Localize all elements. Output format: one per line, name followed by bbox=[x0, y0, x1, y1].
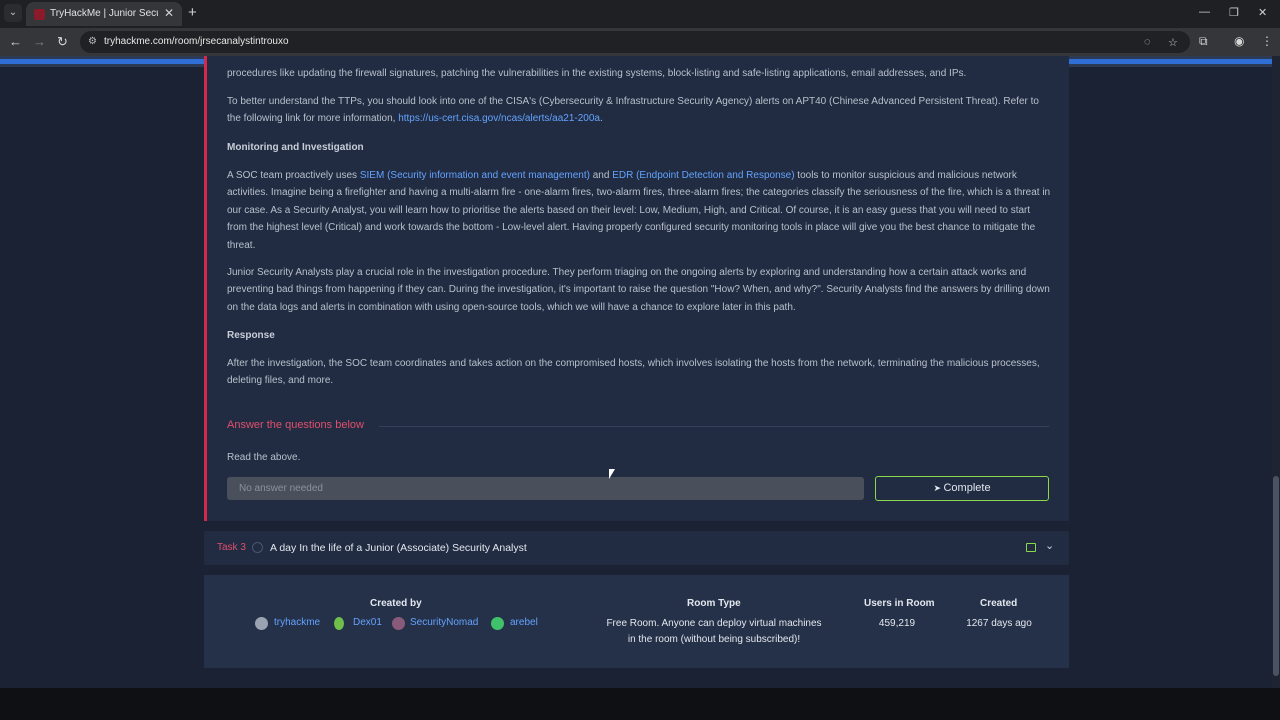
edr-link[interactable]: EDR (Endpoint Detection and Response) bbox=[612, 170, 794, 181]
answer-input[interactable]: No answer needed bbox=[227, 477, 864, 500]
answer-questions-heading: Answer the questions below bbox=[227, 419, 364, 431]
task-2-card: procedures like updating the firewall si… bbox=[204, 56, 1069, 521]
arebel-avatar bbox=[491, 617, 504, 630]
maximize-icon[interactable]: ❐ bbox=[1229, 6, 1239, 19]
page-content: Room progress ( 16% ) procedures like up… bbox=[0, 56, 1280, 688]
securitynomad-avatar bbox=[392, 617, 405, 630]
chevron-down-icon[interactable]: ⌄ bbox=[1045, 539, 1054, 552]
bookmark-star-icon[interactable]: ☆ bbox=[1168, 36, 1178, 49]
task-number: Task 3 bbox=[217, 542, 246, 553]
creator-link[interactable]: arebel bbox=[510, 617, 538, 628]
complete-button[interactable]: ➤ Complete bbox=[875, 476, 1049, 501]
task-3-header[interactable]: Task 3 A day In the life of a Junior (As… bbox=[204, 531, 1069, 565]
paragraph-siem-edr: A SOC team proactively uses SIEM (Securi… bbox=[227, 170, 1051, 251]
back-icon[interactable]: ← bbox=[9, 34, 22, 49]
answer-divider bbox=[379, 426, 1049, 427]
paragraph-response: After the investigation, the SOC team co… bbox=[227, 358, 1040, 387]
send-icon: ➤ bbox=[933, 483, 944, 493]
eye-off-icon[interactable]: ◌ bbox=[1144, 36, 1151, 48]
machine-icon bbox=[1026, 543, 1036, 552]
page-scrollbar[interactable] bbox=[1272, 56, 1280, 688]
creator-link[interactable]: Dex01 bbox=[353, 617, 382, 628]
browser-nav-bar: ← → ↻ ⚙ tryhackme.com/room/jrsecanalysti… bbox=[0, 28, 1280, 56]
created-label: Created bbox=[980, 598, 1018, 609]
room-type-value: Free Room. Anyone can deploy virtual mac… bbox=[606, 618, 822, 645]
cisa-alert-link[interactable]: https://us-cert.cisa.gov/ncas/alerts/aa2… bbox=[398, 113, 600, 124]
task-title: A day In the life of a Junior (Associate… bbox=[270, 542, 527, 554]
users-in-room-label: Users in Room bbox=[864, 598, 935, 609]
new-tab-icon[interactable]: + bbox=[188, 4, 197, 21]
url-text[interactable]: tryhackme.com/room/jrsecanalystintrouxo bbox=[104, 36, 289, 47]
paragraph-investigation: Junior Security Analysts play a crucial … bbox=[227, 267, 1050, 313]
tryhackme-avatar bbox=[255, 617, 268, 630]
reload-icon[interactable]: ↻ bbox=[57, 34, 68, 50]
site-info-icon[interactable]: ⚙ bbox=[88, 36, 100, 48]
creator-link[interactable]: tryhackme bbox=[274, 617, 320, 628]
close-window-icon[interactable]: ✕ bbox=[1258, 6, 1267, 19]
paragraph-procedures: procedures like updating the firewall si… bbox=[227, 68, 967, 79]
users-in-room-value: 459,219 bbox=[878, 618, 916, 629]
task-status-circle-icon bbox=[252, 542, 263, 553]
minimize-icon[interactable]: — bbox=[1199, 6, 1210, 18]
menu-icon[interactable]: ⋮ bbox=[1261, 34, 1273, 48]
heading-response: Response bbox=[227, 330, 275, 341]
browser-tab[interactable]: TryHackMe | Junior Security Analyst ✕ bbox=[26, 2, 182, 26]
heading-monitoring: Monitoring and Investigation bbox=[227, 142, 364, 153]
tab-close-icon[interactable]: ✕ bbox=[164, 6, 174, 20]
room-info-panel: Created by tryhackme Dex01 SecurityNomad… bbox=[204, 575, 1069, 668]
created-by-label: Created by bbox=[370, 598, 422, 609]
room-type-label: Room Type bbox=[687, 598, 741, 609]
taskbar-strip bbox=[0, 688, 1280, 720]
tab-title: TryHackMe | Junior Security Analyst bbox=[50, 8, 158, 19]
siem-link[interactable]: SIEM (Security information and event man… bbox=[360, 170, 590, 181]
profile-icon[interactable]: ◉ bbox=[1234, 34, 1244, 48]
extensions-icon[interactable]: ⧉ bbox=[1199, 34, 1208, 49]
created-value: 1267 days ago bbox=[966, 618, 1032, 629]
forward-icon[interactable]: → bbox=[33, 34, 46, 49]
address-bar[interactable]: ⚙ tryhackme.com/room/jrsecanalystintroux… bbox=[80, 31, 1190, 53]
question-text: Read the above. bbox=[227, 452, 301, 463]
tab-search-icon[interactable]: ⌄ bbox=[4, 4, 22, 22]
dex01-avatar bbox=[334, 617, 344, 630]
paragraph-ttps: To better understand the TTPs, you shoul… bbox=[227, 96, 1039, 125]
browser-tab-bar: ⌄ TryHackMe | Junior Security Analyst ✕ … bbox=[0, 0, 1280, 28]
creator-link[interactable]: SecurityNomad bbox=[410, 617, 478, 628]
tryhackme-favicon-icon bbox=[34, 9, 45, 20]
scrollbar-thumb[interactable] bbox=[1273, 476, 1279, 676]
mouse-cursor-icon bbox=[609, 469, 615, 479]
